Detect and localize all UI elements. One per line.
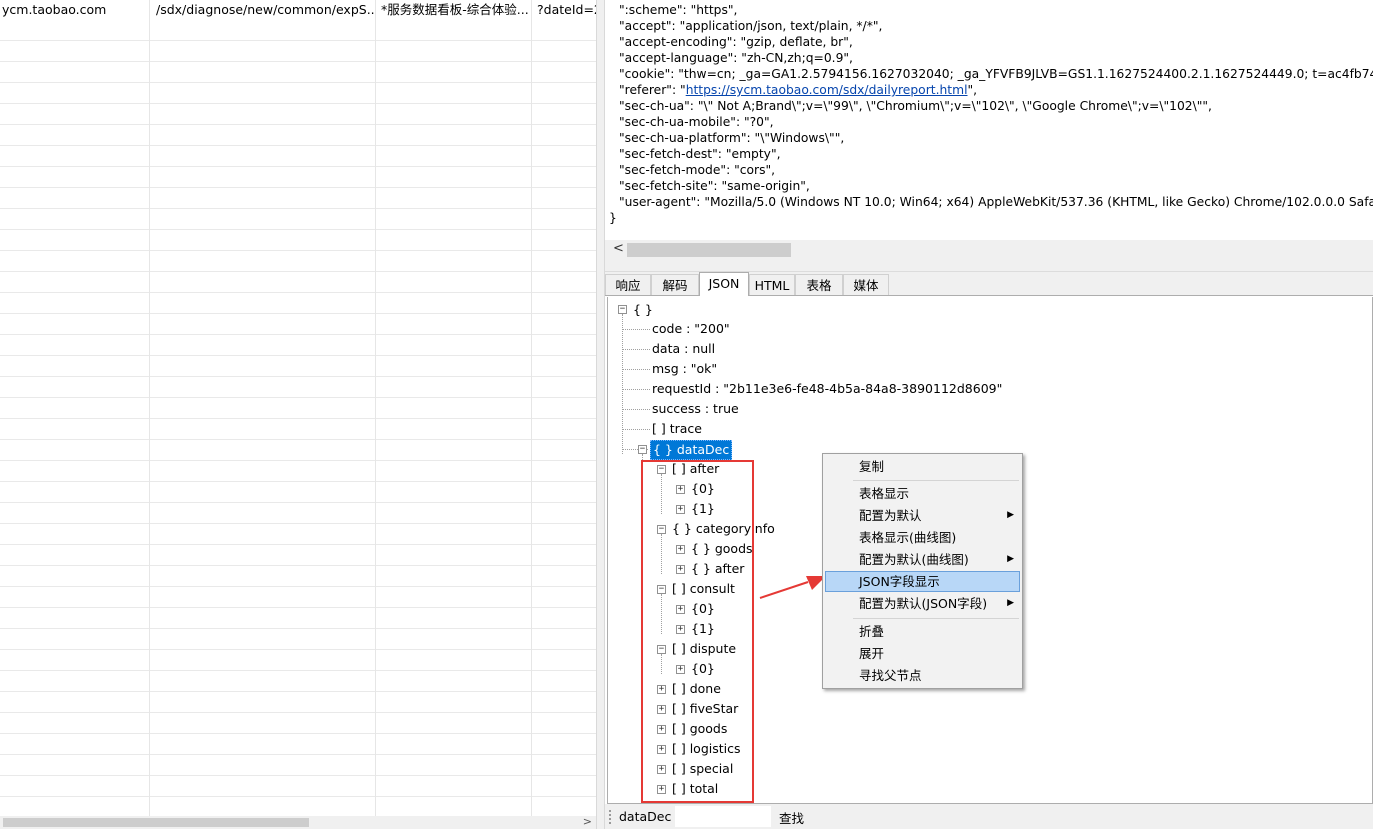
cell-url[interactable]: /sdx/diagnose/new/common/expS... bbox=[156, 0, 374, 20]
header-line: "accept": "application/json, text/plain,… bbox=[619, 19, 883, 33]
menu-label: 复制 bbox=[859, 459, 885, 474]
tab-table[interactable]: 表格 bbox=[795, 274, 843, 295]
menu-label: 表格显示(曲线图) bbox=[859, 530, 957, 545]
header-line: "sec-ch-ua-mobile": "?0", bbox=[619, 115, 774, 129]
tree-node-msg[interactable]: msg : "ok" bbox=[652, 359, 717, 379]
header-line-referer: "referer": "https://sycm.taobao.com/sdx/… bbox=[619, 82, 977, 98]
menu-label: 配置为默认(JSON字段) bbox=[859, 596, 988, 611]
cell-comment[interactable]: *服务数据看板-综合体验... bbox=[381, 0, 529, 20]
menu-label: 展开 bbox=[859, 646, 885, 661]
tree-node-data[interactable]: data : null bbox=[652, 339, 715, 359]
header-line: "accept-language": "zh-CN,zh;q=0.9", bbox=[619, 51, 853, 65]
tab-html[interactable]: HTML bbox=[749, 274, 795, 295]
panel-divider[interactable] bbox=[605, 260, 1373, 272]
menu-item-json-field-view[interactable]: JSON字段显示 bbox=[825, 571, 1020, 592]
scroll-left-icon[interactable]: < bbox=[613, 241, 624, 256]
menu-label: 表格显示 bbox=[859, 486, 910, 501]
request-headers-text[interactable]: ":scheme": "https", "accept": "applicati… bbox=[605, 0, 1373, 240]
annotation-highlight-box bbox=[641, 460, 754, 803]
header-line: "sec-ch-ua-platform": "\"Windows\"", bbox=[619, 131, 845, 145]
collapse-icon[interactable]: − bbox=[618, 305, 627, 314]
menu-separator bbox=[853, 618, 1019, 619]
submenu-arrow-icon: ▶ bbox=[1007, 510, 1014, 520]
tree-guide bbox=[622, 429, 650, 430]
headers-horizontal-scrollbar[interactable]: < bbox=[605, 240, 1373, 260]
find-button[interactable]: 查找 bbox=[779, 808, 804, 827]
header-line: "sec-fetch-site": "same-origin", bbox=[619, 179, 810, 193]
tab-decode[interactable]: 解码 bbox=[651, 274, 699, 295]
menu-item-find-parent[interactable]: 寻找父节点 bbox=[825, 665, 1020, 686]
menu-item-set-default-json[interactable]: 配置为默认(JSON字段) ▶ bbox=[825, 593, 1020, 614]
scrollbar-thumb[interactable] bbox=[627, 243, 791, 257]
submenu-arrow-icon: ▶ bbox=[1007, 554, 1014, 564]
tree-guide bbox=[622, 369, 650, 370]
tree-node-datadec[interactable]: { } dataDec bbox=[650, 440, 733, 460]
menu-item-set-default[interactable]: 配置为默认 ▶ bbox=[825, 505, 1020, 526]
scrollbar-thumb[interactable] bbox=[3, 818, 309, 827]
grip-icon bbox=[609, 810, 613, 824]
menu-item-copy[interactable]: 复制 bbox=[825, 456, 1020, 477]
menu-label: 配置为默认 bbox=[859, 508, 922, 523]
submenu-arrow-icon: ▶ bbox=[1007, 598, 1014, 608]
grid-horizontal-scrollbar[interactable]: > bbox=[0, 815, 596, 829]
tab-media[interactable]: 媒体 bbox=[843, 274, 889, 295]
tree-node-success[interactable]: success : true bbox=[652, 399, 739, 419]
tree-node-code[interactable]: code : "200" bbox=[652, 319, 730, 339]
menu-label: 配置为默认(曲线图) bbox=[859, 552, 969, 567]
column-divider bbox=[149, 0, 150, 816]
referer-end: ", bbox=[967, 83, 978, 97]
header-line: "user-agent": "Mozilla/5.0 (Windows NT 1… bbox=[619, 195, 1373, 209]
cell-host[interactable]: ycm.taobao.com bbox=[2, 0, 148, 20]
response-tabs: 响应 解码 JSON HTML 表格 媒体 bbox=[605, 272, 1373, 296]
referer-link[interactable]: https://sycm.taobao.com/sdx/dailyreport.… bbox=[686, 83, 968, 97]
tree-guide bbox=[622, 329, 650, 330]
menu-label: 寻找父节点 bbox=[859, 668, 922, 683]
header-line: "accept-encoding": "gzip, deflate, br", bbox=[619, 35, 853, 49]
tree-guide bbox=[622, 349, 650, 350]
header-line: "sec-fetch-mode": "cors", bbox=[619, 163, 776, 177]
status-node-path: dataDec bbox=[619, 809, 672, 824]
collapse-icon[interactable]: − bbox=[638, 445, 647, 454]
header-line: ":scheme": "https", bbox=[619, 3, 738, 17]
column-divider bbox=[531, 0, 532, 816]
tree-root[interactable]: { } bbox=[633, 300, 653, 320]
tab-response[interactable]: 响应 bbox=[605, 274, 651, 295]
tree-guide bbox=[622, 314, 623, 454]
session-grid[interactable]: ycm.taobao.com /sdx/diagnose/new/common/… bbox=[0, 0, 596, 829]
referer-key: "referer": " bbox=[619, 83, 686, 97]
context-menu[interactable]: 复制 表格显示 配置为默认 ▶ 表格显示(曲线图) 配置为默认(曲线图) ▶ JSO… bbox=[822, 453, 1023, 689]
scroll-right-icon[interactable]: > bbox=[583, 815, 592, 828]
header-line: "sec-fetch-dest": "empty", bbox=[619, 147, 781, 161]
grid-header-row[interactable]: ycm.taobao.com /sdx/diagnose/new/common/… bbox=[0, 0, 596, 20]
header-line: "cookie": "thw=cn; _ga=GA1.2.5794156.162… bbox=[619, 67, 1373, 81]
menu-item-table-view[interactable]: 表格显示 bbox=[825, 483, 1020, 504]
cell-query[interactable]: ?dateId=2 bbox=[537, 0, 596, 20]
tree-guide bbox=[622, 389, 650, 390]
search-input[interactable] bbox=[675, 806, 771, 827]
tree-node-requestid[interactable]: requestId : "2b11e3e6-fe48-4b5a-84a8-389… bbox=[652, 379, 1002, 399]
column-divider bbox=[375, 0, 376, 816]
menu-item-set-default-chart[interactable]: 配置为默认(曲线图) ▶ bbox=[825, 549, 1020, 570]
menu-item-table-view-chart[interactable]: 表格显示(曲线图) bbox=[825, 527, 1020, 548]
menu-label: 折叠 bbox=[859, 624, 885, 639]
menu-separator bbox=[853, 480, 1019, 481]
pane-splitter[interactable] bbox=[596, 0, 605, 829]
tab-json[interactable]: JSON bbox=[699, 272, 749, 296]
menu-item-expand[interactable]: 展开 bbox=[825, 643, 1020, 664]
status-bar: dataDec 查找 bbox=[605, 804, 1373, 829]
tree-guide bbox=[622, 409, 650, 410]
header-line: "sec-ch-ua": "\" Not A;Brand\";v=\"99\",… bbox=[619, 99, 1212, 113]
menu-label: JSON字段显示 bbox=[859, 574, 940, 589]
menu-item-collapse[interactable]: 折叠 bbox=[825, 621, 1020, 642]
grid-body[interactable] bbox=[0, 20, 596, 816]
tree-node-trace[interactable]: [ ] trace bbox=[652, 419, 702, 439]
header-line: } bbox=[609, 211, 617, 225]
